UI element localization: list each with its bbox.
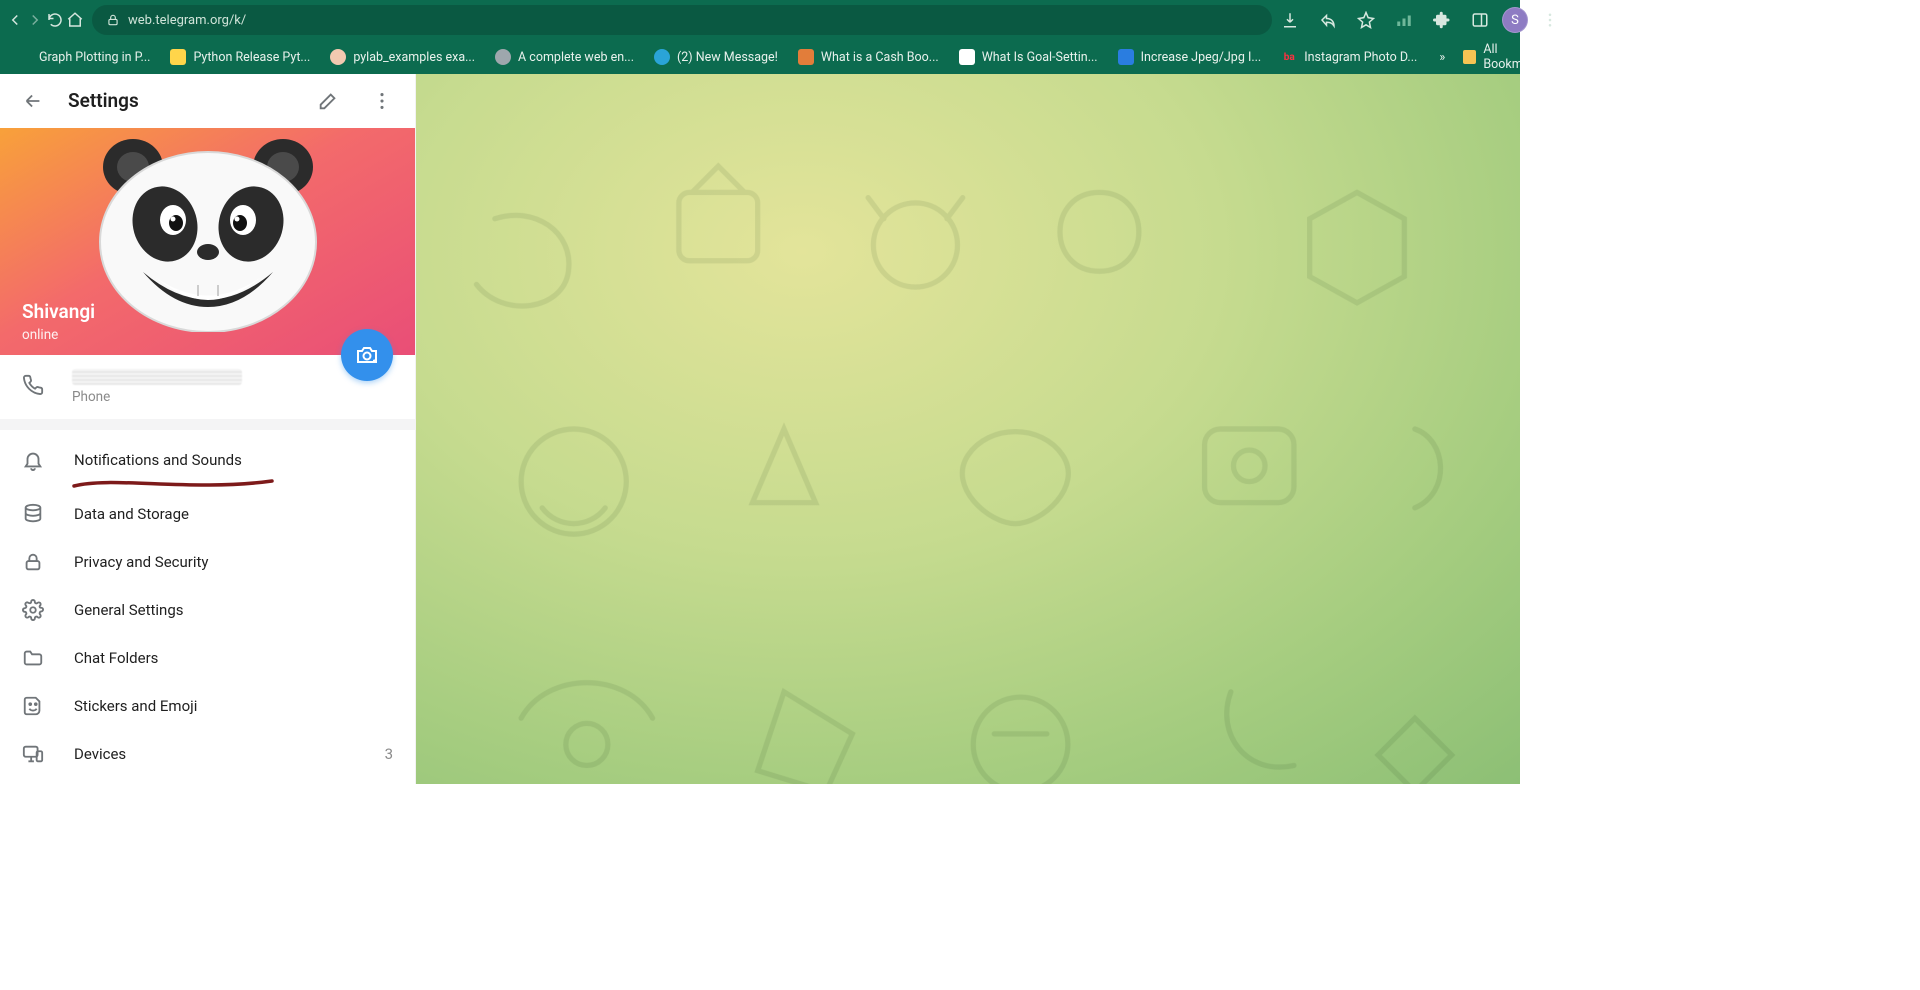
bookmark-favicon: ba: [1281, 49, 1297, 65]
phone-info: Phone: [72, 369, 242, 405]
bookmark-label: pylab_examples exa...: [353, 50, 475, 65]
change-photo-button[interactable]: [341, 329, 393, 381]
bookmark-label: A complete web en...: [518, 50, 634, 65]
download-icon[interactable]: [1274, 4, 1306, 36]
database-icon: [22, 503, 46, 525]
settings-item-data-storage[interactable]: Data and Storage: [0, 490, 415, 538]
browser-toolbar: web.telegram.org/k/ S: [0, 0, 1520, 40]
bookmark-item[interactable]: Increase Jpeg/Jpg I...: [1110, 45, 1270, 69]
bookmark-label: (2) New Message!: [677, 50, 778, 65]
extensions-icon[interactable]: [1426, 4, 1458, 36]
chat-background: [416, 74, 1520, 784]
camera-icon: [355, 343, 379, 367]
url-text: web.telegram.org/k/: [128, 13, 246, 28]
settings-panel: Settings: [0, 74, 416, 784]
telegram-app: Settings: [0, 74, 1520, 784]
settings-title: Settings: [68, 89, 293, 112]
devices-icon: [22, 743, 46, 765]
bookmark-label: What is a Cash Boo...: [821, 50, 939, 65]
star-icon[interactable]: [1350, 4, 1382, 36]
settings-item-label: Data and Storage: [74, 505, 393, 523]
reload-icon[interactable]: [46, 3, 64, 37]
profile-avatar[interactable]: S: [1502, 7, 1528, 33]
bookmark-favicon: [959, 49, 975, 65]
annotation-mark: [72, 478, 282, 490]
bookmark-item[interactable]: Graph Plotting in P...: [8, 45, 158, 69]
settings-item-stickers[interactable]: Stickers and Emoji: [0, 682, 415, 730]
bell-icon: [22, 449, 46, 471]
all-bookmarks-button[interactable]: All Bookmarks: [1455, 40, 1520, 74]
share-icon[interactable]: [1312, 4, 1344, 36]
section-divider: [0, 419, 415, 430]
phone-label: Phone: [72, 389, 242, 405]
bookmark-item[interactable]: A complete web en...: [487, 45, 642, 69]
bookmark-label: Increase Jpeg/Jpg I...: [1141, 50, 1262, 65]
sidepanel-icon[interactable]: [1464, 4, 1496, 36]
extension-bars-icon[interactable]: [1388, 4, 1420, 36]
settings-item-general[interactable]: General Settings: [0, 586, 415, 634]
kebab-icon[interactable]: [1534, 4, 1566, 36]
more-button[interactable]: [363, 82, 401, 120]
bookmark-favicon: [170, 49, 186, 65]
settings-item-label: General Settings: [74, 601, 393, 619]
bookmark-label: What Is Goal-Settin...: [982, 50, 1098, 65]
bookmark-item[interactable]: ba Instagram Photo D...: [1273, 45, 1425, 69]
bookmark-item[interactable]: What is a Cash Boo...: [790, 45, 947, 69]
home-icon[interactable]: [66, 3, 84, 37]
back-icon[interactable]: [6, 3, 24, 37]
settings-item-folders[interactable]: Chat Folders: [0, 634, 415, 682]
bookmark-label: Python Release Pyt...: [193, 50, 310, 65]
all-bookmarks-label: All Bookmarks: [1483, 42, 1520, 72]
profile-status: online: [22, 327, 58, 343]
lock-icon: [22, 551, 46, 573]
bookmark-item[interactable]: What Is Goal-Settin...: [951, 45, 1106, 69]
settings-item-badge: 3: [385, 745, 393, 763]
bookmarks-overflow-icon[interactable]: »: [1433, 50, 1451, 65]
bookmark-favicon: [654, 49, 670, 65]
folder-icon: [22, 647, 46, 669]
back-button[interactable]: [14, 82, 52, 120]
bookmark-favicon: [495, 49, 511, 65]
bookmark-favicon: [798, 49, 814, 65]
bookmark-item[interactable]: (2) New Message!: [646, 45, 786, 69]
settings-header: Settings: [0, 74, 415, 128]
bookmark-label: Graph Plotting in P...: [39, 50, 150, 65]
lock-icon: [106, 13, 120, 27]
settings-item-label: Stickers and Emoji: [74, 697, 393, 715]
folder-icon: [1463, 50, 1476, 64]
address-bar[interactable]: web.telegram.org/k/: [92, 5, 1272, 35]
settings-item-label: Notifications and Sounds: [74, 451, 393, 469]
bookmarks-bar: Graph Plotting in P... Python Release Py…: [0, 40, 1520, 74]
profile-name: Shivangi: [22, 300, 95, 323]
settings-item-label: Chat Folders: [74, 649, 393, 667]
avatar-image: [83, 132, 333, 332]
phone-number-redacted: [72, 369, 242, 385]
sticker-icon: [22, 695, 46, 717]
settings-item-label: Privacy and Security: [74, 553, 393, 571]
settings-item-notifications[interactable]: Notifications and Sounds: [0, 436, 415, 484]
bookmark-item[interactable]: Python Release Pyt...: [162, 45, 318, 69]
settings-item-privacy[interactable]: Privacy and Security: [0, 538, 415, 586]
phone-icon: [22, 374, 44, 400]
profile-card[interactable]: Shivangi online: [0, 128, 415, 355]
settings-list: Notifications and Sounds Data and Storag…: [0, 430, 415, 784]
bookmark-label: Instagram Photo D...: [1304, 50, 1417, 65]
browser-actions: S: [1274, 4, 1572, 36]
edit-button[interactable]: [309, 82, 347, 120]
bookmark-favicon: [1118, 49, 1134, 65]
gear-icon: [22, 599, 46, 621]
background-pattern: [416, 74, 1520, 784]
bookmark-item[interactable]: pylab_examples exa...: [322, 45, 483, 69]
forward-icon[interactable]: [26, 3, 44, 37]
settings-item-devices[interactable]: Devices 3: [0, 730, 415, 778]
bookmark-favicon: [330, 49, 346, 65]
bookmark-favicon: [16, 49, 32, 65]
settings-item-label: Devices: [74, 745, 357, 763]
browser-chrome: web.telegram.org/k/ S Graph Plotting in …: [0, 0, 1520, 74]
